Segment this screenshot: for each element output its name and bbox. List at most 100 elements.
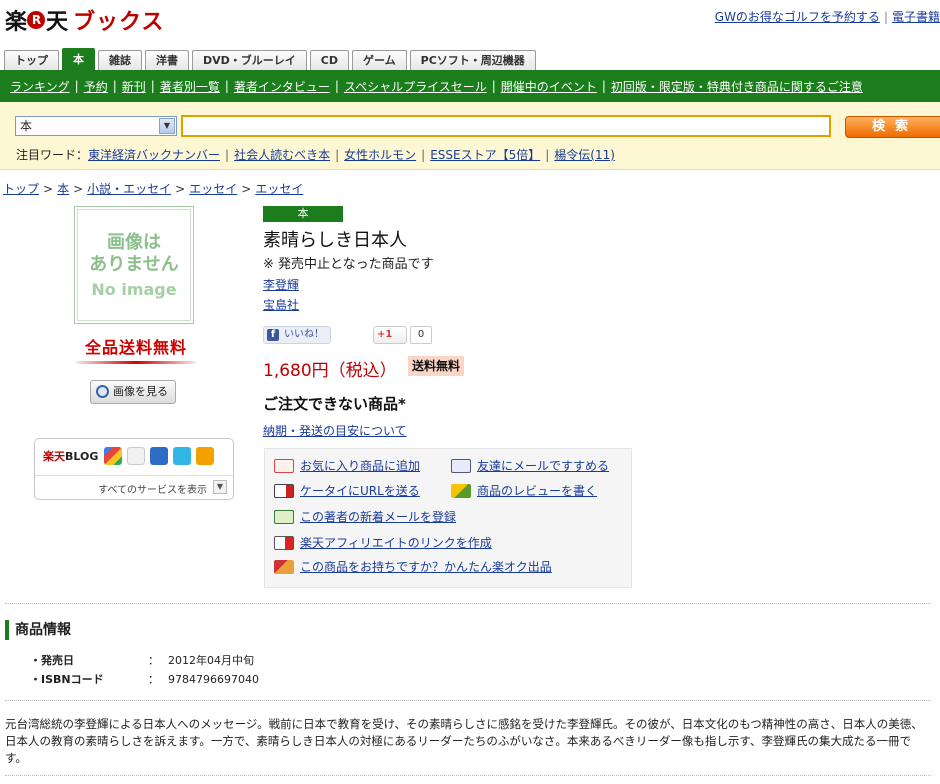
- separator: |: [883, 10, 888, 24]
- product-description: 元台湾総統の李登輝による日本人へのメッセージ。戦前に日本で教育を受け、その素晴ら…: [5, 717, 923, 765]
- add-favorite-action[interactable]: お気に入り商品に追加: [274, 457, 420, 474]
- tab-magazines[interactable]: 雑誌: [98, 50, 142, 70]
- breadcrumb-essays-sub[interactable]: エッセイ: [255, 182, 303, 196]
- breadcrumb-separator: >: [43, 182, 54, 196]
- mixi-icon[interactable]: [196, 447, 215, 465]
- google-plus-count: 0: [410, 326, 432, 344]
- keyword-link[interactable]: ESSEストア【5倍】: [430, 148, 540, 162]
- share-services-box: 楽天BLOG すべてのサービスを表示 ▼: [34, 438, 234, 500]
- tab-dvd-bluray[interactable]: DVD・ブルーレイ: [192, 50, 307, 70]
- tab-top[interactable]: トップ: [4, 50, 59, 70]
- free-shipping-tag: 送料無料: [408, 356, 465, 376]
- magnifier-icon: [96, 385, 109, 398]
- logo-char-2: 天: [46, 10, 68, 35]
- auction-listing-link[interactable]: この商品をお持ちですか？かんたん楽オク出品: [300, 558, 552, 575]
- expand-icon[interactable]: ▼: [213, 480, 227, 494]
- subnav-authors[interactable]: 著者別一覧: [160, 78, 220, 95]
- search-category-value: 本: [20, 119, 33, 133]
- keyword-link[interactable]: 東洋経済バックナンバー: [88, 148, 220, 162]
- auction-hammer-icon: [274, 559, 294, 574]
- breadcrumb-top[interactable]: トップ: [3, 182, 39, 196]
- keyword-link[interactable]: 社会人読むべき本: [234, 148, 330, 162]
- separator: |: [225, 148, 230, 162]
- golf-promo-link[interactable]: GWのお得なゴルフを予約する: [715, 10, 880, 24]
- breadcrumb-separator: >: [73, 182, 84, 196]
- author-mail-link[interactable]: この著者の新着メールを登録: [300, 508, 456, 525]
- breadcrumb-separator: >: [241, 182, 252, 196]
- keyword-link[interactable]: 楊令伝(11): [554, 148, 615, 162]
- isbn-row: ・ISBNコード ： 9784796697040: [30, 671, 259, 687]
- affiliate-arrow-icon: [274, 535, 294, 550]
- mail-friend-link[interactable]: 友達にメールですすめる: [477, 457, 609, 474]
- subnav-interviews[interactable]: 著者インタビュー: [234, 78, 330, 95]
- affiliate-link[interactable]: 楽天アフィリエイトのリンクを作成: [300, 534, 492, 551]
- tab-foreign-books[interactable]: 洋書: [145, 50, 189, 70]
- subnav-new-releases[interactable]: 新刊: [122, 78, 146, 95]
- banner-underline: [76, 361, 196, 364]
- tab-cd[interactable]: CD: [309, 50, 349, 70]
- breadcrumb-novels-essays[interactable]: 小説・エッセイ: [87, 182, 171, 196]
- subnav-events[interactable]: 開催中のイベント: [501, 78, 597, 95]
- twitter-icon[interactable]: [173, 447, 192, 465]
- hatena-bookmark-icon[interactable]: [150, 447, 169, 465]
- google-plus-button[interactable]: +1: [373, 326, 407, 344]
- isbn-value: 9784796697040: [168, 673, 259, 686]
- google-plus-label: +1: [377, 329, 393, 340]
- send-to-mobile-action[interactable]: ケータイにURLを送る: [274, 482, 420, 499]
- write-review-action[interactable]: 商品のレビューを書く: [451, 482, 597, 499]
- rakuten-wordmark: 楽 R 天: [5, 4, 68, 36]
- trending-label: 注目ワード：: [16, 148, 89, 162]
- colon: ：: [148, 673, 159, 686]
- send-to-mobile-link[interactable]: ケータイにURLを送る: [300, 482, 420, 499]
- affiliate-action[interactable]: 楽天アフィリエイトのリンクを作成: [274, 534, 492, 551]
- breadcrumb-essays[interactable]: エッセイ: [189, 182, 237, 196]
- ebook-link[interactable]: 電子書籍: [892, 10, 940, 24]
- divider: [5, 700, 931, 701]
- separator: |: [224, 79, 229, 93]
- author-mail-action[interactable]: この著者の新着メールを登録: [274, 508, 456, 525]
- publisher-link[interactable]: 宝島社: [263, 296, 299, 313]
- trending-keywords: 注目ワード：東洋経済バックナンバー | 社会人読むべき本 | 女性ホルモン | ESSEスト…: [16, 146, 615, 163]
- search-input[interactable]: [181, 115, 831, 137]
- facebook-like-button[interactable]: f いいね！: [263, 326, 331, 344]
- rakuten-blog-link[interactable]: 楽天BLOG: [43, 448, 98, 464]
- separator: |: [112, 79, 117, 93]
- no-image-text-en: No image: [91, 279, 177, 299]
- mail-friend-action[interactable]: 友達にメールですすめる: [451, 457, 609, 474]
- divider: [5, 775, 931, 776]
- add-favorite-link[interactable]: お気に入り商品に追加: [300, 457, 420, 474]
- all-services-link[interactable]: すべてのサービスを表示: [98, 481, 207, 496]
- google-bookmarks-icon[interactable]: [104, 447, 123, 465]
- subnav-reservation[interactable]: 予約: [84, 78, 108, 95]
- colon: ：: [148, 654, 159, 667]
- write-review-link[interactable]: 商品のレビューを書く: [477, 482, 597, 499]
- share-icons-row: 楽天BLOG: [43, 447, 219, 465]
- favorite-tag-icon: [274, 458, 294, 473]
- chevron-down-icon[interactable]: ▼: [159, 118, 175, 134]
- search-button[interactable]: 検索: [845, 116, 940, 138]
- divider: [35, 475, 233, 476]
- share-icon[interactable]: [127, 447, 146, 465]
- no-image-frame: 画像は ありません No image: [77, 209, 191, 321]
- no-image-text-line2: ありません: [89, 253, 179, 275]
- breadcrumb-books[interactable]: 本: [57, 182, 69, 196]
- delivery-info-link[interactable]: 納期・発送の目安について: [263, 422, 407, 439]
- tab-pc-software[interactable]: PCソフト・周辺機器: [409, 50, 536, 70]
- subnav-limited-edition-notice[interactable]: 初回版・限定版・特典付き商品に関するご注意: [611, 78, 863, 95]
- release-date-label: ・発売日: [30, 654, 74, 667]
- logo-char-1: 楽: [5, 10, 27, 35]
- search-category-select[interactable]: 本 ▼: [15, 116, 177, 136]
- free-shipping-banner[interactable]: 全品送料無料: [74, 334, 198, 364]
- author-link[interactable]: 李登輝: [263, 276, 299, 293]
- rakuten-books-logo[interactable]: 楽 R 天 ブックス: [5, 4, 164, 36]
- subnav-special-sale[interactable]: スペシャルプライスセール: [344, 78, 487, 95]
- subnav-ranking[interactable]: ランキング: [10, 78, 70, 95]
- product-type-badge: 本: [263, 206, 343, 222]
- view-image-label: 画像を見る: [113, 385, 168, 398]
- auction-listing-action[interactable]: この商品をお持ちですか？かんたん楽オク出品: [274, 558, 552, 575]
- tab-games[interactable]: ゲーム: [352, 50, 407, 70]
- keyword-link[interactable]: 女性ホルモン: [344, 148, 416, 162]
- tab-books[interactable]: 本: [62, 48, 95, 70]
- view-image-button[interactable]: 画像を見る: [90, 380, 176, 404]
- separator: |: [150, 79, 155, 93]
